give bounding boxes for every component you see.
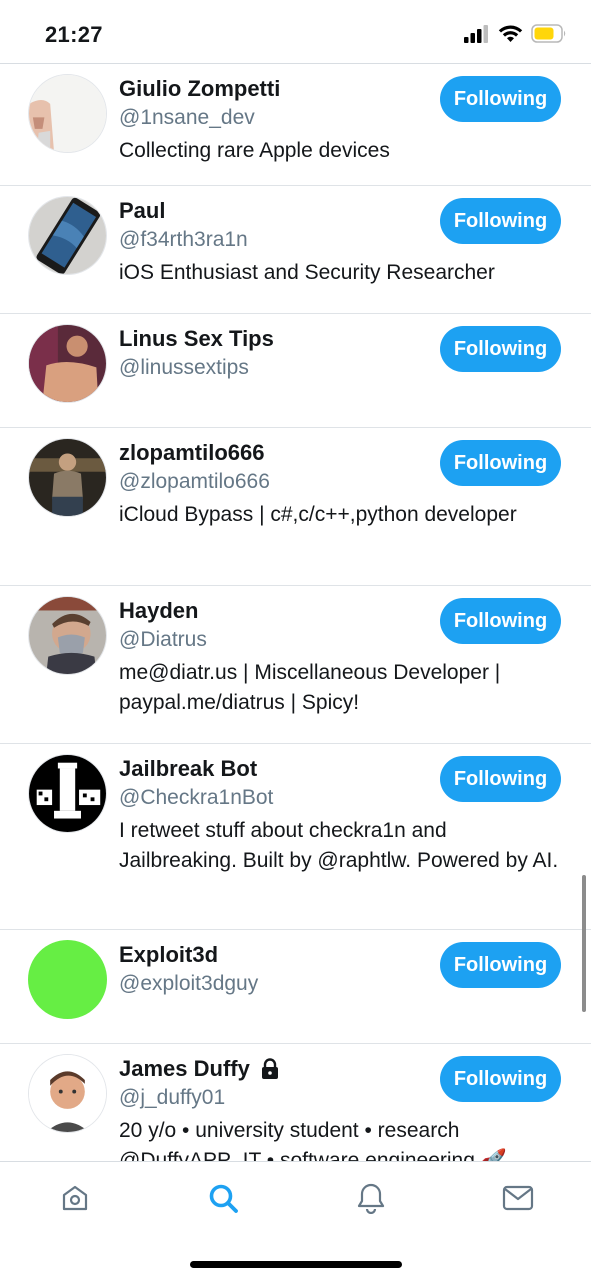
protected-lock-icon [261, 1058, 278, 1079]
tab-messages[interactable] [500, 1180, 536, 1216]
status-icons [464, 24, 567, 43]
user-bio: 20 y/o • university student • research @… [119, 1119, 507, 1162]
following-button[interactable]: Following [440, 326, 561, 372]
user-row[interactable]: Exploit3d @exploit3dguy Following [0, 930, 591, 1044]
scrollbar[interactable] [582, 875, 586, 1012]
tab-notifications[interactable] [353, 1180, 389, 1216]
tab-home[interactable] [57, 1180, 93, 1216]
status-bar: 21:27 [0, 0, 591, 62]
following-list[interactable]: Giulio Zompetti @1nsane_dev Collecting r… [0, 63, 591, 1162]
user-row[interactable]: Jailbreak Bot @Checkra1nBot I retweet st… [0, 744, 591, 930]
user-handle: @j_duffy01 [119, 1086, 226, 1109]
user-row[interactable]: Giulio Zompetti @1nsane_dev Collecting r… [0, 64, 591, 186]
user-bio: me@diatr.us | Miscellaneous Developer | … [119, 661, 501, 714]
user-handle: @linussextips [119, 356, 249, 379]
user-bio: iOS Enthusiast and Security Researcher [119, 261, 495, 284]
user-bio: iCloud Bypass | c#,c/c++,python develope… [119, 503, 517, 526]
user-name[interactable]: Linus Sex Tips [119, 326, 274, 352]
cellular-signal-icon [464, 24, 488, 43]
user-avatar[interactable] [28, 438, 107, 517]
user-row[interactable]: James Duffy @j_duffy01 20 y/o • universi… [0, 1044, 591, 1162]
user-handle: @Diatrus [119, 628, 207, 651]
user-bio: I retweet stuff about checkra1n and Jail… [119, 819, 559, 872]
user-avatar[interactable] [28, 324, 107, 403]
user-name[interactable]: zlopamtilo666 [119, 440, 264, 466]
status-time: 21:27 [45, 22, 103, 47]
user-handle: @Checkra1nBot [119, 786, 274, 809]
user-avatar[interactable] [28, 754, 107, 833]
user-handle: @exploit3dguy [119, 972, 259, 995]
messages-envelope-icon [502, 1185, 534, 1211]
home-indicator[interactable] [190, 1261, 402, 1268]
user-avatar[interactable] [28, 940, 107, 1019]
following-button[interactable]: Following [440, 198, 561, 244]
notifications-bell-icon [357, 1183, 385, 1214]
user-bio: Collecting rare Apple devices [119, 139, 390, 162]
user-handle: @zlopamtilo666 [119, 470, 270, 493]
following-button[interactable]: Following [440, 1056, 561, 1102]
user-name[interactable]: Hayden [119, 598, 198, 624]
following-button[interactable]: Following [440, 598, 561, 644]
wifi-icon [498, 25, 523, 42]
user-avatar[interactable] [28, 596, 107, 675]
following-button[interactable]: Following [440, 942, 561, 988]
user-avatar[interactable] [28, 1054, 107, 1133]
user-avatar[interactable] [28, 74, 107, 153]
user-row[interactable]: Hayden @Diatrus me@diatr.us | Miscellane… [0, 586, 591, 744]
search-icon [209, 1184, 238, 1213]
user-handle: @1nsane_dev [119, 106, 255, 129]
user-row[interactable]: zlopamtilo666 @zlopamtilo666 iCloud Bypa… [0, 428, 591, 586]
following-button[interactable]: Following [440, 440, 561, 486]
home-icon [62, 1185, 88, 1211]
following-button[interactable]: Following [440, 756, 561, 802]
user-name[interactable]: James Duffy [119, 1056, 280, 1082]
user-row[interactable]: Linus Sex Tips @linussextips Following [0, 314, 591, 428]
user-name[interactable]: Exploit3d [119, 942, 218, 968]
user-avatar[interactable] [28, 196, 107, 275]
user-name[interactable]: Jailbreak Bot [119, 756, 257, 782]
battery-icon [531, 24, 566, 43]
following-button[interactable]: Following [440, 76, 561, 122]
user-name[interactable]: Giulio Zompetti [119, 76, 280, 102]
user-name[interactable]: Paul [119, 198, 165, 224]
user-handle: @f34rth3ra1n [119, 228, 248, 251]
user-row[interactable]: Paul @f34rth3ra1n iOS Enthusiast and Sec… [0, 186, 591, 314]
tab-search[interactable] [205, 1180, 241, 1216]
